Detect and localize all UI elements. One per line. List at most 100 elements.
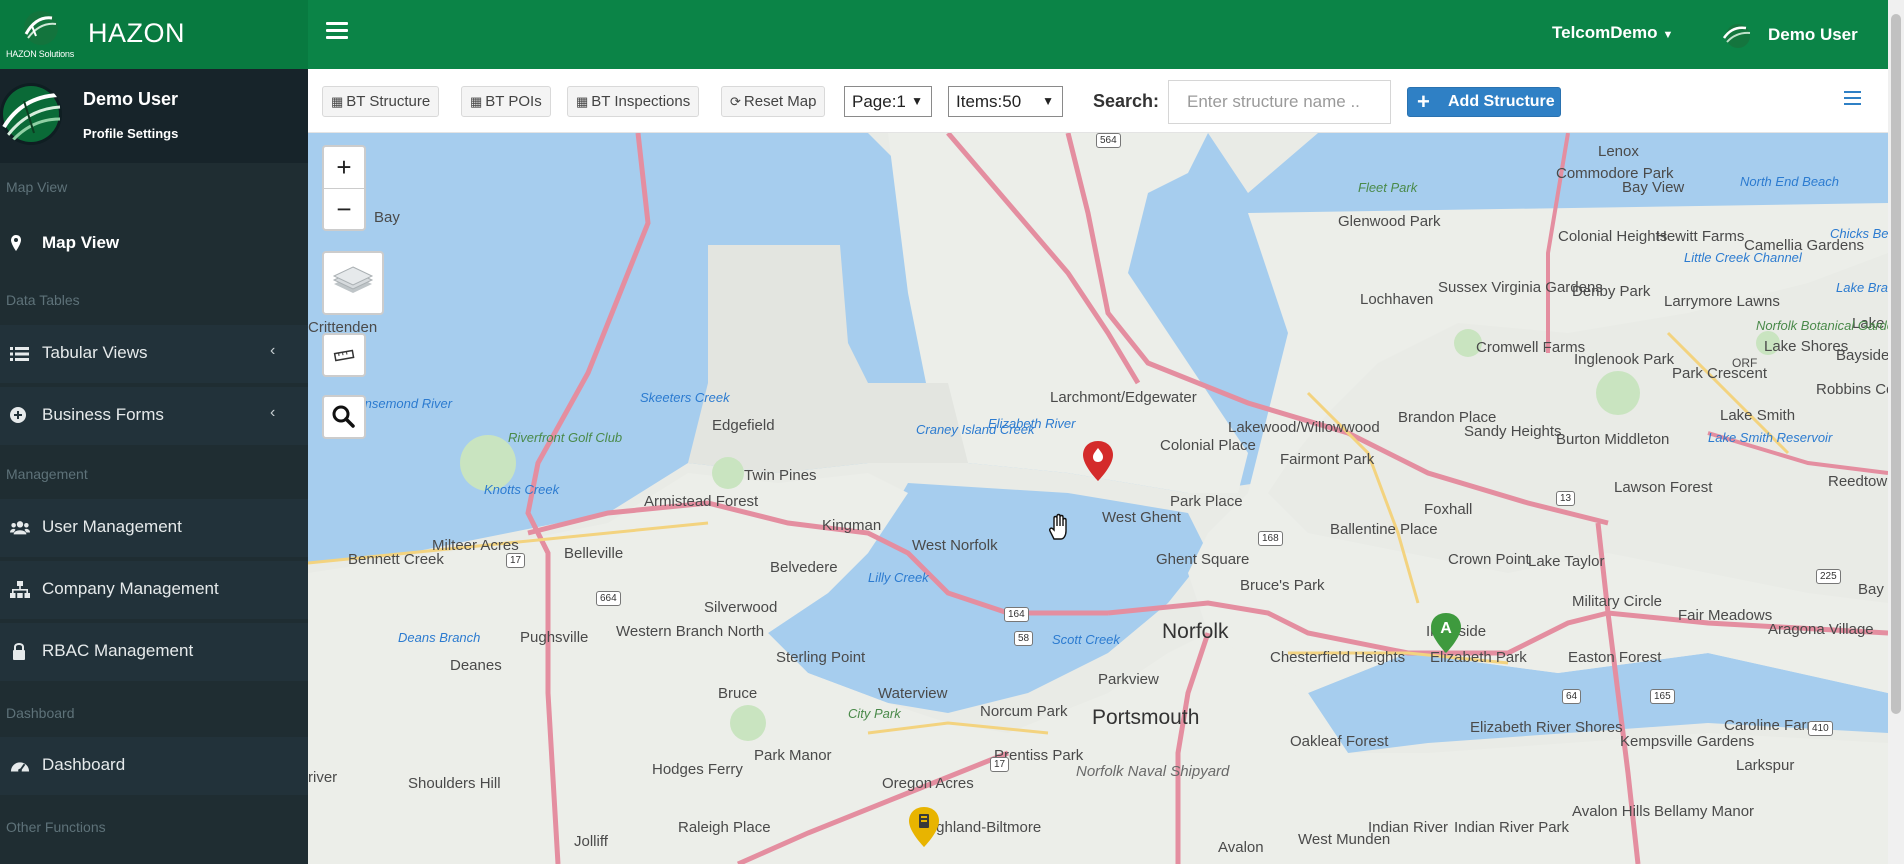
layers-button[interactable]: [322, 251, 384, 315]
structure-marker-yellow[interactable]: [907, 805, 941, 849]
sidebar-item-label: RBAC Management: [42, 641, 194, 660]
tenant-name: TelcomDemo: [1552, 23, 1658, 42]
toolbar-menu-icon[interactable]: [1844, 91, 1861, 106]
refresh-icon: ⟳: [730, 94, 741, 109]
structure-marker-red[interactable]: [1081, 439, 1115, 483]
map-label: Lawson Forest: [1614, 479, 1713, 496]
map-label: Deans Branch: [398, 630, 481, 645]
map-label: Knotts Creek: [484, 482, 560, 497]
map-label: Lenox: [1598, 143, 1639, 160]
route-shield: 64: [1562, 689, 1582, 704]
bt-pois-label: BT POIs: [485, 93, 542, 110]
map-pin-icon: [11, 235, 21, 251]
map-label: Norfolk Naval Shipyard: [1076, 763, 1230, 780]
profile-settings-link[interactable]: Profile Settings: [83, 126, 178, 141]
map-label: Aragona Village: [1768, 621, 1874, 638]
add-structure-button[interactable]: + Add Structure: [1407, 87, 1561, 117]
brand-name: HAZON: [88, 18, 185, 48]
map-label: Larchmont/Edgewater: [1050, 389, 1197, 406]
sidebar-item-map-view[interactable]: Map View: [0, 215, 308, 273]
map-label: Chicks Beach: [1830, 226, 1888, 241]
user-menu[interactable]: Demo User: [1720, 18, 1858, 52]
map-label: Reedtown: [1828, 473, 1888, 490]
brand-tagline: HAZON Solutions: [6, 49, 75, 59]
page-scrollbar[interactable]: [1888, 0, 1904, 864]
map-label: Lilly Creek: [868, 570, 929, 585]
section-label-data-tables: Data Tables: [6, 292, 80, 308]
map-label: Deanes: [450, 657, 502, 674]
brand[interactable]: HAZON Solutions HAZON: [0, 0, 308, 69]
zoom-out-button[interactable]: −: [324, 188, 364, 229]
map-label: Cromwell Farms: [1476, 339, 1586, 356]
tenant-dropdown[interactable]: TelcomDemo ▼: [1552, 23, 1673, 43]
map-label: Denby Park: [1572, 283, 1651, 300]
map-label: Park Manor: [754, 747, 832, 764]
structure-marker-green[interactable]: A: [1429, 611, 1463, 655]
sidebar-item-company-management[interactable]: Company Management: [0, 561, 308, 619]
sidebar-item-dashboard[interactable]: Dashboard: [0, 737, 308, 795]
map-search-button[interactable]: [322, 395, 366, 439]
map-label: Lake Bradford: [1836, 280, 1888, 295]
table-icon: ▦: [331, 94, 344, 109]
profile-panel: Demo User Profile Settings: [0, 69, 308, 163]
items-select[interactable]: Items:50 ▼: [948, 86, 1063, 117]
map-label: Sandy Heights: [1464, 423, 1562, 440]
map-label: Belvedere: [770, 559, 838, 576]
map-label: Milteer Acres: [432, 537, 519, 554]
sidebar-toggle-icon[interactable]: [326, 22, 348, 40]
bt-pois-button[interactable]: ▦ BT POIs: [461, 86, 551, 117]
map-label: West Ghent: [1102, 509, 1181, 526]
sidebar-item-label: Dashboard: [42, 755, 126, 774]
map-label: Hewitt Farms: [1656, 228, 1745, 245]
structure-search-input[interactable]: [1168, 80, 1391, 124]
page-select[interactable]: Page:1 ▼: [844, 86, 932, 117]
sidebar-item-rbac-management[interactable]: RBAC Management: [0, 623, 308, 681]
sidebar-item-user-management[interactable]: User Management: [0, 499, 308, 557]
map-label: Scott Creek: [1052, 632, 1120, 647]
top-navbar: HAZON Solutions HAZON TelcomDemo ▼ Demo U…: [0, 0, 1904, 69]
map-label: Robbins Corner: [1816, 381, 1888, 398]
bt-inspections-button[interactable]: ▦ BT Inspections: [567, 86, 700, 117]
hand-cursor-icon: [1049, 513, 1067, 540]
bt-structure-label: BT Structure: [346, 93, 431, 110]
scrollbar-thumb[interactable]: [1891, 14, 1901, 714]
map-label: Little Creek Channel: [1684, 250, 1802, 265]
map-label: Parkview: [1098, 671, 1159, 688]
map-label: Crown Point: [1448, 551, 1530, 568]
map-label: Bay: [374, 209, 400, 226]
map-label: river: [308, 769, 338, 786]
measure-button[interactable]: [322, 333, 366, 377]
reset-map-label: Reset Map: [743, 93, 817, 110]
map-label: Bennett Creek: [348, 551, 444, 568]
sitemap-icon: [10, 581, 30, 598]
route-shield: 17: [506, 553, 526, 568]
map-label: Bayside: [1836, 347, 1888, 364]
route-shield: 165: [1650, 689, 1675, 704]
map-label: Riverfront Golf Club: [508, 430, 623, 445]
map-label: Fairmont Park: [1280, 451, 1375, 468]
map-label: Glenwood Park: [1338, 213, 1441, 230]
map-label: Elizabeth River Shores: [1470, 719, 1623, 736]
avatar: [0, 83, 62, 145]
map-label: Avalon: [1218, 839, 1264, 856]
add-structure-label: Add Structure: [1448, 93, 1555, 110]
map-label: Armistead Forest: [644, 493, 759, 510]
zoom-in-button[interactable]: +: [324, 147, 364, 188]
bt-structure-button[interactable]: ▦ BT Structure: [322, 86, 440, 117]
caret-down-icon: ▼: [1662, 29, 1674, 41]
map-label: Silverwood: [704, 599, 778, 616]
map-label: Colonial Place: [1160, 437, 1256, 454]
sidebar-item-tabular-views[interactable]: Tabular Views ‹: [0, 325, 308, 383]
route-shield: 164: [1004, 607, 1029, 622]
map-label: Foxhall: [1424, 501, 1473, 518]
map-canvas[interactable]: Lenox Commodore Park North End Beach Bay…: [308, 133, 1888, 864]
map-label: Kempsville Gardens: [1620, 733, 1755, 750]
map-label: Bay View: [1622, 179, 1685, 196]
map-label: Sterling Point: [776, 649, 866, 666]
table-icon: ▦: [470, 94, 483, 109]
map-label: Shoulders Hill: [408, 775, 501, 792]
reset-map-button[interactable]: ⟳ Reset Map: [721, 86, 826, 117]
map-label: Military Circle: [1572, 593, 1662, 610]
list-icon: [10, 347, 29, 361]
sidebar-item-business-forms[interactable]: Business Forms ‹: [0, 387, 308, 445]
